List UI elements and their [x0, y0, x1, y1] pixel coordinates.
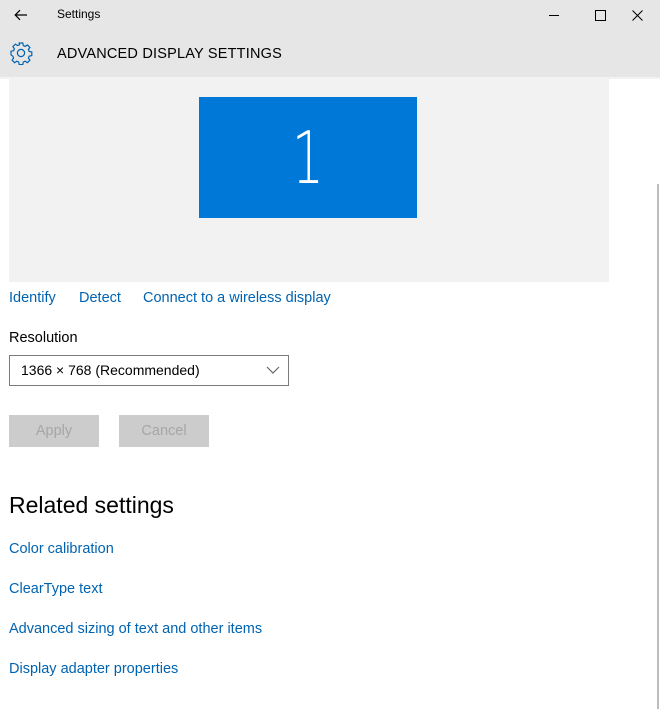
close-button[interactable] [614, 0, 660, 30]
back-button[interactable] [8, 2, 34, 28]
close-icon [631, 9, 643, 21]
cancel-button[interactable]: Cancel [119, 415, 209, 447]
title-bar: Settings [0, 0, 660, 30]
cleartype-text-link[interactable]: ClearType text [9, 581, 103, 597]
color-calibration-link[interactable]: Color calibration [9, 541, 114, 557]
maximize-icon [594, 9, 606, 21]
advanced-sizing-link[interactable]: Advanced sizing of text and other items [9, 621, 262, 637]
monitor-number: 1 [291, 115, 325, 200]
display-arrangement-area: 1 [9, 79, 609, 282]
detect-link[interactable]: Detect [79, 290, 121, 306]
monitor-tile[interactable]: 1 [199, 97, 417, 218]
connect-wireless-display-link[interactable]: Connect to a wireless display [143, 290, 331, 306]
chevron-down-icon [266, 366, 280, 374]
apply-button[interactable]: Apply [9, 415, 99, 447]
vertical-scrollbar[interactable] [657, 184, 659, 709]
resolution-label: Resolution [9, 330, 78, 346]
minimize-button[interactable] [531, 0, 577, 30]
page-header: ADVANCED DISPLAY SETTINGS [0, 30, 660, 77]
app-title: Settings [57, 7, 101, 21]
gear-icon [10, 42, 33, 65]
identify-link[interactable]: Identify [9, 290, 56, 306]
resolution-value: 1366 × 768 (Recommended) [21, 362, 200, 378]
resolution-dropdown[interactable]: 1366 × 768 (Recommended) [9, 355, 289, 386]
page-title: ADVANCED DISPLAY SETTINGS [57, 46, 282, 62]
arrow-left-icon [14, 9, 27, 21]
minimize-icon [548, 14, 559, 16]
related-settings-heading: Related settings [9, 492, 174, 518]
display-adapter-properties-link[interactable]: Display adapter properties [9, 661, 178, 677]
